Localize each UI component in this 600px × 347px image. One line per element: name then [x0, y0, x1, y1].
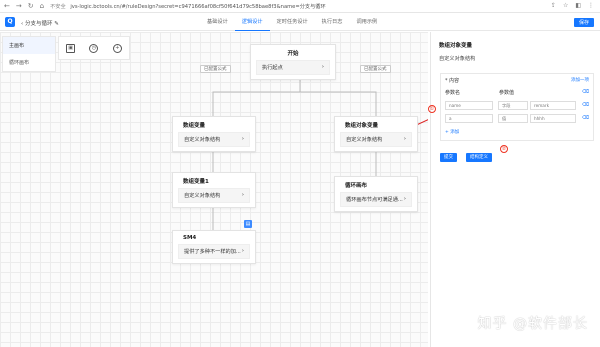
security-label: 不安全 [50, 3, 66, 10]
url-text: jvs-logic.bctools.cn/#/ruleDesign?secret… [70, 3, 326, 10]
canvas-tools: ▣ ◷ + [58, 36, 130, 60]
node-sm4-body: 提供了多种不一样的加... › [178, 244, 250, 259]
share-icon[interactable]: ⇪ [551, 2, 556, 9]
tab-scheduled-task[interactable]: 定时任务设计 [270, 14, 315, 31]
node-array-var-body: 自定义对象结构 › [178, 132, 250, 147]
panel-subtitle: 自定义对象结构 [439, 56, 476, 62]
delete-row-icon[interactable]: ⌫ [582, 115, 589, 121]
panel-title: 数组对象变量 [439, 43, 473, 49]
node-start-body-text: 执行起点 [262, 65, 283, 71]
edit-icon[interactable]: ✎ [52, 21, 59, 27]
node-sm4-body-text: 提供了多种不一样的加... [184, 249, 241, 255]
app-title: ‹ 分支与循环 ✎ [21, 19, 59, 27]
node-array-var-1-title: 数组变量1 [183, 179, 209, 185]
save-button[interactable]: 保存 [573, 18, 594, 27]
back-icon[interactable]: ← [4, 2, 10, 10]
property-panel: 数组对象变量 自定义对象结构 * 内容 添加一项 参数名 参数值 ⌫ name … [428, 32, 600, 347]
node-array-var-1-body: 自定义对象结构 › [178, 188, 250, 203]
forward-icon[interactable]: → [16, 2, 22, 10]
node-loop-canvas-body: 循环画布节点可满足通... › [340, 192, 412, 207]
tab-call-example[interactable]: 调用示例 [349, 14, 384, 31]
annotation-marker-2: ② [500, 145, 508, 153]
param-name-input[interactable]: name [445, 101, 493, 110]
node-array-var-1-body-text: 自定义对象结构 [184, 193, 221, 199]
clock-icon[interactable]: ◷ [89, 43, 99, 53]
watermark: 知乎 @软件部长 [477, 316, 588, 332]
tab-basic-design-label: 基础设计 [207, 19, 228, 25]
edge-start-to-right [299, 76, 377, 116]
chevron-right-icon: › [241, 136, 244, 142]
tab-basic-design[interactable]: 基础设计 [200, 14, 235, 31]
node-start-body: 执行起点 › [256, 60, 330, 75]
node-array-object-var-body: 自定义对象结构 › [340, 132, 412, 147]
delete-row-icon[interactable]: ⌫ [582, 102, 589, 108]
add-item-link[interactable]: 添加一项 [571, 77, 589, 83]
param-name-input[interactable]: a [445, 114, 493, 123]
node-start-title: 开始 [287, 51, 299, 57]
structure-define-button[interactable]: 结构定义 [466, 153, 492, 162]
home-icon[interactable]: ⌂ [40, 2, 44, 10]
layer-loop[interactable]: 循环画布 [3, 54, 55, 71]
content-section: * 内容 添加一项 参数名 参数值 ⌫ name 字段 remark ⌫ a 值… [440, 73, 594, 141]
tab-logic-design-label: 逻辑设计 [241, 19, 263, 25]
chevron-right-icon: › [241, 192, 244, 198]
node-loop-canvas-title: 循环画布 [345, 183, 368, 189]
node-sm4[interactable]: SM4 提供了多种不一样的加... › [172, 230, 256, 264]
param-value-input[interactable]: remark [530, 101, 576, 110]
star-icon[interactable]: ☆ [563, 2, 568, 9]
menu-icon[interactable]: ⋮ [588, 2, 594, 9]
node-loop-canvas[interactable]: 循环画布 循环画布节点可满足通... › [334, 176, 418, 212]
section-label: * 内容 [445, 78, 460, 84]
edge-start-to-left [212, 76, 301, 116]
col-param-value: 参数值 [499, 90, 515, 96]
layer-main[interactable]: 主画布 [3, 37, 55, 54]
node-array-object-var-title: 数组对象变量 [345, 123, 379, 129]
app-header: Q ‹ 分支与循环 ✎ 基础设计 逻辑设计 定时任务设计 执行日志 调用示例 保… [0, 14, 600, 31]
param-type-select[interactable]: 字段 [498, 101, 528, 110]
browser-actions: ⇪ ☆ ◧ ⋮ [551, 2, 594, 9]
add-row-link[interactable]: + 添加 [445, 129, 459, 135]
delete-icon[interactable]: ⌫ [582, 89, 589, 95]
chevron-right-icon: › [403, 196, 406, 202]
flow-canvas[interactable]: 主画布 循环画布 ▣ ◷ + 已配置公式 已配置公式 开始 执行起点 › 数组变量… [0, 32, 428, 347]
node-array-object-var[interactable]: 数组对象变量 自定义对象结构 › [334, 116, 418, 152]
annotation-marker-1: ① [428, 105, 436, 113]
chevron-right-icon: › [241, 248, 244, 254]
node-array-var-1[interactable]: 数组变量1 自定义对象结构 › [172, 172, 256, 208]
chevron-right-icon: › [321, 64, 324, 70]
box-icon[interactable]: ▣ [66, 43, 76, 53]
tab-execution-log-label: 执行日志 [321, 19, 343, 25]
node-array-var[interactable]: 数组变量 自定义对象结构 › [172, 116, 256, 152]
submit-button[interactable]: 提交 [440, 153, 457, 162]
browser-toolbar: ← → ↻ ⌂ 不安全 jvs-logic.bctools.cn/#/ruleD… [0, 0, 600, 13]
node-array-var-title: 数组变量 [183, 123, 206, 129]
param-type-select[interactable]: 值 [498, 114, 528, 123]
edge-label-left: 已配置公式 [200, 65, 231, 73]
extension-icon[interactable]: ◧ [575, 2, 581, 9]
tab-execution-log[interactable]: 执行日志 [315, 14, 350, 31]
node-loop-canvas-body-text: 循环画布节点可满足通... [346, 197, 403, 203]
page-title: 分支与循环 [24, 21, 53, 27]
chevron-right-icon: › [403, 136, 406, 142]
tab-scheduled-task-label: 定时任务设计 [276, 19, 308, 25]
param-value-input[interactable]: hhhh [530, 114, 576, 123]
app-logo-icon[interactable]: Q [5, 17, 15, 27]
tab-call-example-label: 调用示例 [356, 19, 378, 25]
node-start[interactable]: 开始 执行起点 › [250, 44, 336, 80]
copy-badge-icon[interactable]: ▤ [244, 220, 252, 228]
reload-icon[interactable]: ↻ [28, 2, 34, 10]
canvas-layer-list: 主画布 循环画布 [2, 36, 56, 72]
address-bar[interactable]: 不安全 jvs-logic.bctools.cn/#/ruleDesign?se… [50, 3, 326, 10]
plus-circle-icon[interactable]: + [112, 43, 122, 53]
tab-logic-design[interactable]: 逻辑设计 [234, 14, 270, 31]
node-array-object-var-body-text: 自定义对象结构 [346, 137, 383, 143]
node-array-var-body-text: 自定义对象结构 [184, 137, 221, 143]
edge-label-right: 已配置公式 [360, 65, 391, 73]
design-tabs: 基础设计 逻辑设计 定时任务设计 执行日志 调用示例 [200, 14, 384, 31]
col-param-name: 参数名 [445, 90, 461, 96]
node-sm4-title: SM4 [183, 235, 197, 241]
